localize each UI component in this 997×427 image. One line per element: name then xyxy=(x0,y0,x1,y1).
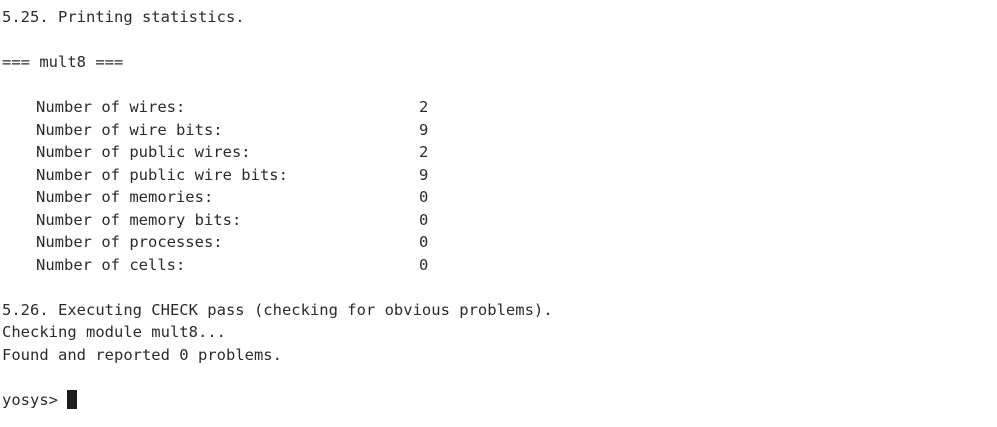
stat-value: 0 xyxy=(419,188,429,206)
stat-label: Number of public wire bits: xyxy=(36,165,288,184)
stat-row-cells: Number of cells: 0 xyxy=(2,254,997,277)
stat-value: 0 xyxy=(419,255,429,274)
command-prompt-line[interactable]: yosys> xyxy=(2,389,997,412)
stat-value: 0 xyxy=(419,233,429,251)
text-cursor[interactable] xyxy=(67,390,77,410)
section-heading-printing-statistics: 5.25. Printing statistics. xyxy=(2,8,245,26)
stat-row-memories: Number of memories: 0 xyxy=(2,186,997,209)
stat-row-wires: Number of wires: 2 xyxy=(2,96,997,119)
module-header: === mult8 === xyxy=(2,53,124,71)
stat-label: Number of wire bits: xyxy=(36,120,223,139)
stat-value: 2 xyxy=(419,98,429,116)
stat-label: Number of memory bits: xyxy=(36,210,242,229)
stat-label: Number of public wires: xyxy=(36,143,251,161)
stat-value: 9 xyxy=(419,165,429,184)
stat-value: 0 xyxy=(419,210,429,229)
stat-label: Number of wires: xyxy=(36,98,186,116)
stat-label: Number of memories: xyxy=(36,188,214,206)
stat-label: Number of cells: xyxy=(36,255,186,274)
stat-row-processes: Number of processes: 0 xyxy=(2,231,997,254)
checking-module-line: Checking module mult8... xyxy=(2,323,226,341)
problems-found-line: Found and reported 0 problems. xyxy=(2,345,282,364)
stat-label: Number of processes: xyxy=(36,233,223,251)
section-heading-check-pass: 5.26. Executing CHECK pass (checking for… xyxy=(2,300,553,319)
stat-row-public-wire-bits: Number of public wire bits: 9 xyxy=(2,164,997,187)
stat-value: 9 xyxy=(419,120,429,139)
stat-row-wire-bits: Number of wire bits: 9 xyxy=(2,119,997,142)
stat-row-memory-bits: Number of memory bits: 0 xyxy=(2,209,997,232)
stat-row-public-wires: Number of public wires: 2 xyxy=(2,141,997,164)
terminal-window[interactable]: 5.25. Printing statistics. === mult8 ===… xyxy=(0,0,997,427)
stat-value: 2 xyxy=(419,143,429,161)
prompt-label: yosys> xyxy=(2,390,58,409)
